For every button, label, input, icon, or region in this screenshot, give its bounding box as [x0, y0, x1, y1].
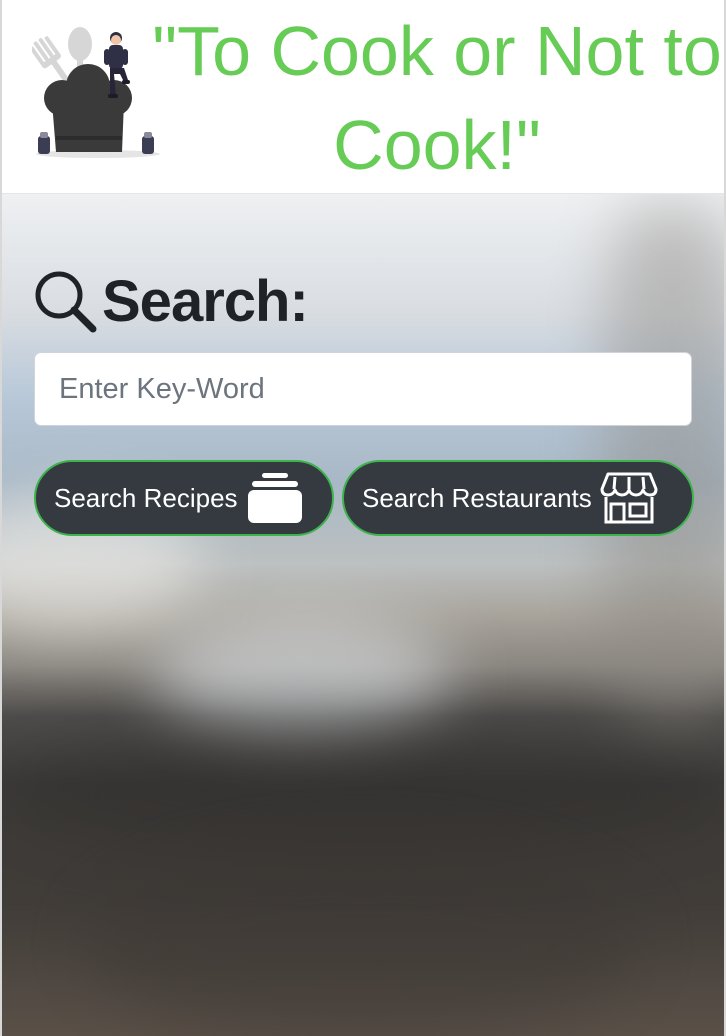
page-title: "To Cook or Not to Cook!": [152, 12, 722, 184]
storefront-icon: [600, 471, 658, 525]
site-header: "To Cook or Not to Cook!": [2, 0, 724, 194]
cooking-pot-icon: [246, 471, 304, 525]
search-restaurants-label: Search Restaurants: [362, 482, 592, 513]
search-restaurants-button[interactable]: Search Restaurants: [342, 460, 694, 536]
keyword-search-input[interactable]: [34, 352, 692, 426]
search-heading-label: Search:: [102, 268, 309, 334]
search-recipes-button[interactable]: Search Recipes: [34, 460, 334, 536]
search-recipes-label: Search Recipes: [54, 482, 238, 513]
magnifier-icon: [35, 271, 97, 333]
search-heading: Search:: [32, 268, 309, 334]
chef-hat-logo-icon: [32, 27, 160, 158]
